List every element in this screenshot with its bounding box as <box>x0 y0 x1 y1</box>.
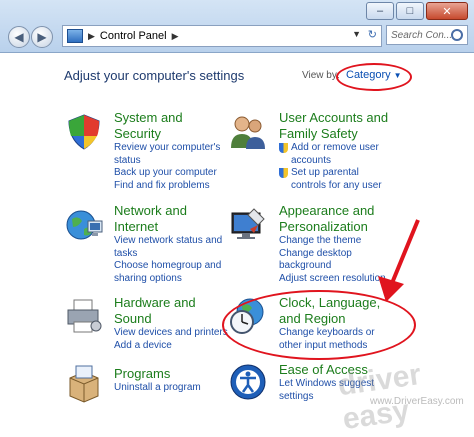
annotation-arrow <box>378 219 420 302</box>
driver-easy-url: www.DriverEasy.com <box>370 396 464 407</box>
